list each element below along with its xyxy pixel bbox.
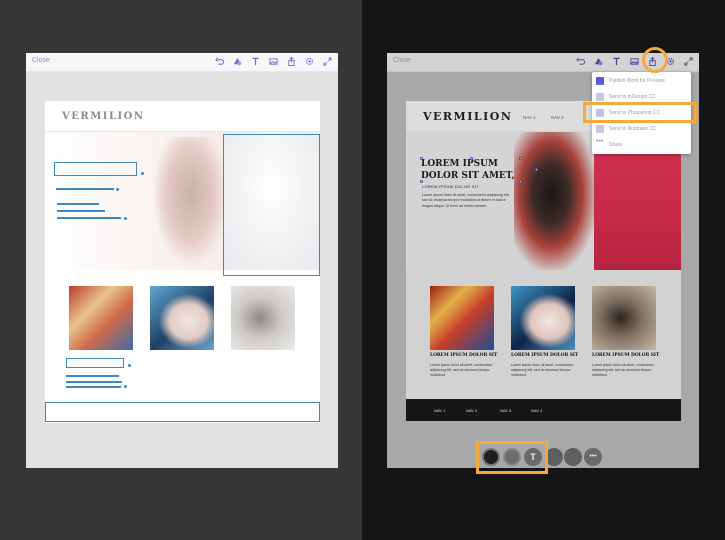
shapes-icon[interactable] xyxy=(592,55,604,68)
card-title: LOREM IPSUM DOLOR SIT xyxy=(592,353,660,358)
card-body: Lorem ipsum dolor sit amet, consectetur … xyxy=(430,363,493,377)
handle-dot[interactable] xyxy=(116,188,119,191)
menu-item-label: Publish Work for Preview xyxy=(609,77,665,84)
footer-placeholder-frame[interactable] xyxy=(45,402,320,422)
thumbnail-image-1 xyxy=(430,286,494,350)
hero-body: Lorem ipsum dolor sit amet, consectetur … xyxy=(422,193,510,208)
fullscreen-icon[interactable] xyxy=(682,55,694,68)
handle-dot[interactable] xyxy=(124,217,127,220)
footer-nav-item[interactable]: NAV 2 xyxy=(466,408,477,413)
text-line xyxy=(66,381,122,383)
card-title: LOREM IPSUM DOLOR SIT xyxy=(511,353,579,358)
close-button[interactable]: Close xyxy=(32,57,50,64)
footer-nav-item[interactable]: NAV 4 xyxy=(531,408,542,413)
wireframe-screen: Close VERMILION xyxy=(26,53,338,468)
selection-handle[interactable] xyxy=(470,157,473,160)
subtitle-line xyxy=(56,188,114,190)
share-button-highlight xyxy=(642,47,668,73)
more-icon[interactable]: ••• xyxy=(584,448,602,466)
selection-handle[interactable] xyxy=(519,157,522,160)
trash-icon[interactable] xyxy=(564,448,582,466)
footer-bar: NAV 1 NAV 2 NAV 3 NAV 4 xyxy=(406,399,681,421)
handle-dot[interactable] xyxy=(141,172,144,175)
menu-item-label: Send to Illustrator CC xyxy=(609,125,657,132)
logo: VERMILION xyxy=(423,110,513,123)
card-title: LOREM IPSUM DOLOR SIT xyxy=(430,353,498,358)
handle-dot[interactable] xyxy=(128,364,131,367)
card-body: Lorem ipsum dolor sit amet, consectetur … xyxy=(511,363,574,377)
footer-nav-item[interactable]: NAV 3 xyxy=(500,408,511,413)
rotate-handle[interactable] xyxy=(535,168,538,171)
text-icon[interactable] xyxy=(249,55,261,68)
image-icon[interactable] xyxy=(267,55,279,68)
card-body: Lorem ipsum dolor sit amet, consectetur … xyxy=(592,363,655,377)
selection-handle[interactable] xyxy=(420,157,423,160)
hero-subtitle: LOREM IPSUM DOLOR SIT xyxy=(422,184,479,189)
title-placeholder-frame[interactable] xyxy=(54,162,137,176)
text-line xyxy=(66,386,121,388)
thumbnail-image-3 xyxy=(231,286,295,350)
nav-item-1[interactable]: NAV 1 xyxy=(523,115,536,120)
thumbnail-image-1 xyxy=(69,286,133,350)
thumbnail-image-2 xyxy=(150,286,214,350)
text-line xyxy=(57,210,105,212)
menu-item-label: Send to InDesign CC xyxy=(609,93,656,100)
share-icon[interactable] xyxy=(285,55,297,68)
settings-icon[interactable] xyxy=(303,55,315,68)
artboard[interactable]: VERMILION xyxy=(45,101,320,423)
indesign-icon xyxy=(596,93,604,101)
footer-nav-item[interactable]: NAV 1 xyxy=(434,408,445,413)
text-line xyxy=(57,217,121,219)
undo-icon[interactable] xyxy=(213,55,225,68)
close-button[interactable]: Close xyxy=(393,57,411,64)
thumbnail-image-3 xyxy=(592,286,656,350)
text-line xyxy=(57,203,99,205)
fullscreen-icon[interactable] xyxy=(321,55,333,68)
text-icon[interactable] xyxy=(610,55,622,68)
undo-icon[interactable] xyxy=(574,55,586,68)
toolbar: Close xyxy=(26,53,338,72)
dock-highlight xyxy=(476,441,548,474)
handle-dot[interactable] xyxy=(124,385,127,388)
shapes-icon[interactable] xyxy=(231,55,243,68)
hero-title[interactable]: LOREM IPSUM DOLOR SIT AMET, xyxy=(421,158,521,182)
menu-item-label: Share xyxy=(609,141,623,148)
nav-item-2[interactable]: NAV 2 xyxy=(551,115,564,120)
image-icon[interactable] xyxy=(628,55,640,68)
publish-icon xyxy=(596,77,604,85)
logo: VERMILION xyxy=(62,111,145,122)
more-icon: ••• xyxy=(596,138,604,145)
photoshop-item-highlight xyxy=(583,102,697,123)
menu-item-publish[interactable]: Publish Work for Preview xyxy=(592,73,691,89)
caption-placeholder-frame[interactable] xyxy=(66,358,124,368)
illustrator-icon xyxy=(596,125,604,133)
page-header: VERMILION xyxy=(45,101,320,132)
selection-handle[interactable] xyxy=(420,180,423,183)
text-line xyxy=(66,375,119,377)
image-placeholder-frame[interactable] xyxy=(223,134,320,276)
face-silhouette xyxy=(153,137,228,265)
menu-item-illustrator[interactable]: Send to Illustrator CC xyxy=(592,121,691,137)
menu-item-share[interactable]: ••• Share xyxy=(592,137,691,153)
thumbnail-image-2 xyxy=(511,286,575,350)
face-image xyxy=(514,132,596,270)
selection-handle[interactable] xyxy=(519,180,522,183)
